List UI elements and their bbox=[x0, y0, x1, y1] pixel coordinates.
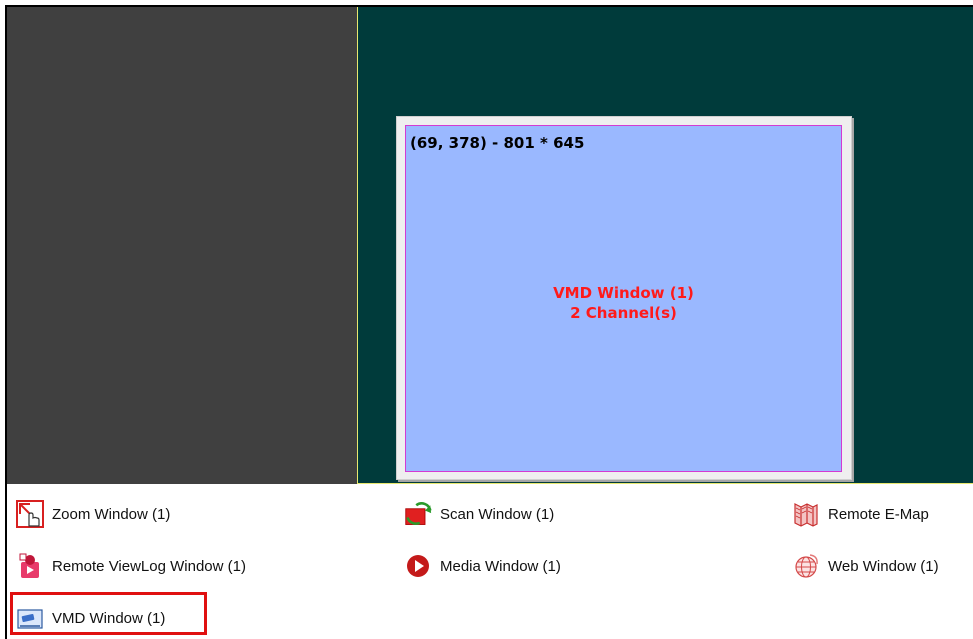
scan-window-label: Scan Window (1) bbox=[440, 505, 555, 523]
window-channels-label: 2 Channel(s) bbox=[570, 304, 677, 322]
window-geometry-label: (69, 378) - 801 * 645 bbox=[410, 134, 585, 152]
scan-window-icon bbox=[404, 500, 432, 528]
web-window-item[interactable]: Web Window (1) bbox=[792, 551, 939, 581]
media-window-icon bbox=[404, 552, 432, 580]
web-window-label: Web Window (1) bbox=[828, 557, 939, 575]
vmd-window-preview[interactable]: (69, 378) - 801 * 645 VMD Window (1) 2 C… bbox=[405, 125, 842, 472]
remote-viewlog-item[interactable]: Remote ViewLog Window (1) bbox=[16, 551, 246, 581]
zoom-window-item[interactable]: Zoom Window (1) bbox=[16, 499, 170, 529]
remote-emap-item[interactable]: Remote E-Map bbox=[792, 499, 929, 529]
remote-emap-label: Remote E-Map bbox=[828, 505, 929, 523]
layout-editor: (69, 378) - 801 * 645 VMD Window (1) 2 C… bbox=[0, 0, 973, 639]
media-window-item[interactable]: Media Window (1) bbox=[404, 551, 561, 581]
remote-emap-icon bbox=[792, 500, 820, 528]
scan-window-item[interactable]: Scan Window (1) bbox=[404, 499, 554, 529]
remote-viewlog-label: Remote ViewLog Window (1) bbox=[52, 557, 246, 575]
media-window-label: Media Window (1) bbox=[440, 557, 561, 575]
window-title-label: VMD Window (1) bbox=[553, 284, 694, 302]
zoom-window-icon bbox=[16, 500, 44, 528]
vmd-window-selection-highlight bbox=[10, 592, 207, 635]
zoom-window-label: Zoom Window (1) bbox=[52, 505, 171, 523]
web-window-icon bbox=[792, 552, 820, 580]
remote-viewlog-icon bbox=[16, 552, 44, 580]
window-center-label: VMD Window (1) 2 Channel(s) bbox=[406, 283, 841, 323]
